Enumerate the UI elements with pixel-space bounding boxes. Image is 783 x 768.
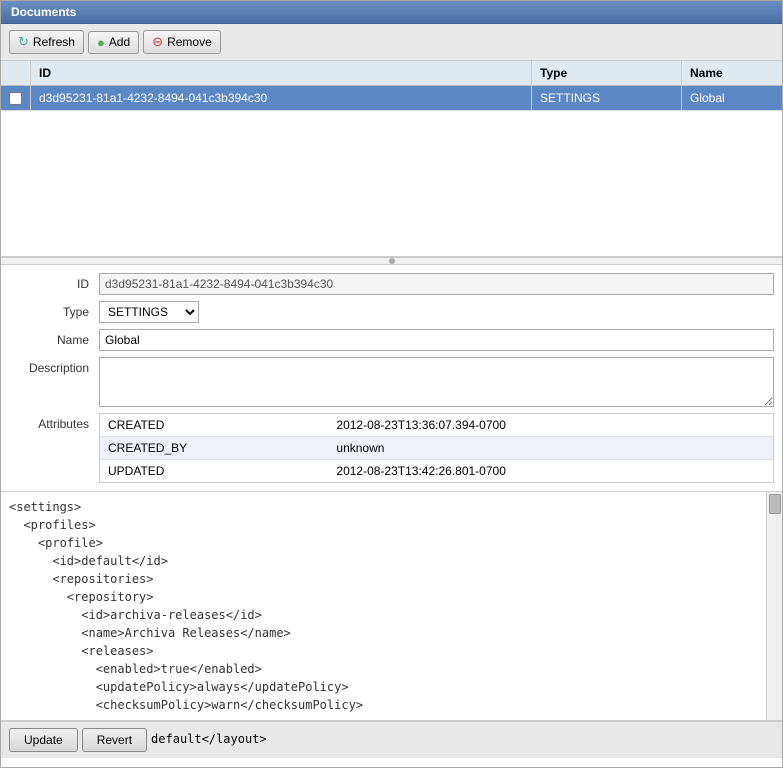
name-row: Name (1, 329, 782, 351)
documents-table: ID Type Name d3d95231-81a1-4232-8494-041… (1, 61, 782, 257)
type-select[interactable]: SETTINGS DOCUMENT OTHER (99, 301, 199, 323)
add-label: Add (109, 35, 130, 49)
table-header: ID Type Name (1, 61, 782, 86)
col-name: Name (682, 61, 782, 85)
attr-key: UPDATED (100, 460, 329, 483)
description-label: Description (9, 357, 99, 375)
type-field-group: SETTINGS DOCUMENT OTHER (99, 301, 199, 323)
revert-button[interactable]: Revert (82, 728, 147, 752)
attr-key: CREATED_BY (100, 437, 329, 460)
main-panel: Documents ↻ Refresh ● Add ⊖ Remove ID Ty… (0, 0, 783, 768)
remove-button[interactable]: ⊖ Remove (143, 30, 221, 54)
name-label: Name (9, 329, 99, 347)
drag-dot (389, 258, 395, 264)
toolbar: ↻ Refresh ● Add ⊖ Remove (1, 24, 782, 61)
row-name: Global (682, 86, 782, 110)
type-label: Type (9, 301, 99, 319)
row-checkbox-cell (1, 86, 31, 110)
id-row: ID (1, 273, 782, 295)
remove-icon: ⊖ (152, 34, 163, 50)
attr-value: 2012-08-23T13:42:26.801-0700 (328, 460, 773, 483)
row-type: SETTINGS (532, 86, 682, 110)
xml-area (1, 492, 782, 721)
row-checkbox[interactable] (9, 92, 22, 105)
attr-value: 2012-08-23T13:36:07.394-0700 (328, 414, 773, 437)
attribute-row: UPDATED 2012-08-23T13:42:26.801-0700 (100, 460, 774, 483)
attributes-row: Attributes CREATED 2012-08-23T13:36:07.3… (1, 413, 782, 483)
attr-value: unknown (328, 437, 773, 460)
update-button[interactable]: Update (9, 728, 78, 752)
row-id: d3d95231-81a1-4232-8494-041c3b394c30 (31, 86, 532, 110)
title-bar: Documents (1, 1, 782, 24)
add-button[interactable]: ● Add (88, 31, 139, 54)
default-layout-text: default</layout> (151, 728, 267, 752)
description-textarea[interactable] (99, 357, 774, 407)
form-area: ID Type SETTINGS DOCUMENT OTHER Name Des… (1, 265, 782, 492)
col-checkbox (1, 61, 31, 85)
col-type: Type (532, 61, 682, 85)
drag-divider[interactable] (1, 257, 782, 265)
id-label: ID (9, 273, 99, 291)
add-icon: ● (97, 35, 105, 50)
panel-title: Documents (11, 5, 76, 19)
attr-key: CREATED (100, 414, 329, 437)
xml-scrollbar[interactable] (766, 492, 782, 720)
refresh-label: Refresh (33, 35, 75, 49)
scrollbar-thumb (769, 494, 781, 514)
remove-label: Remove (167, 35, 212, 49)
refresh-icon: ↻ (18, 34, 29, 50)
attributes-table: CREATED 2012-08-23T13:36:07.394-0700 CRE… (99, 413, 774, 483)
table-row[interactable]: d3d95231-81a1-4232-8494-041c3b394c30 SET… (1, 86, 782, 111)
description-row: Description (1, 357, 782, 407)
attribute-row: CREATED 2012-08-23T13:36:07.394-0700 (100, 414, 774, 437)
id-input[interactable] (99, 273, 774, 295)
attributes-label: Attributes (9, 413, 99, 431)
col-id: ID (31, 61, 532, 85)
type-row: Type SETTINGS DOCUMENT OTHER (1, 301, 782, 323)
name-input[interactable] (99, 329, 774, 351)
bottom-bar: Update Revert default</layout> (1, 721, 782, 758)
attribute-row: CREATED_BY unknown (100, 437, 774, 460)
refresh-button[interactable]: ↻ Refresh (9, 30, 84, 54)
xml-editor[interactable] (1, 492, 782, 717)
table-body: d3d95231-81a1-4232-8494-041c3b394c30 SET… (1, 86, 782, 256)
